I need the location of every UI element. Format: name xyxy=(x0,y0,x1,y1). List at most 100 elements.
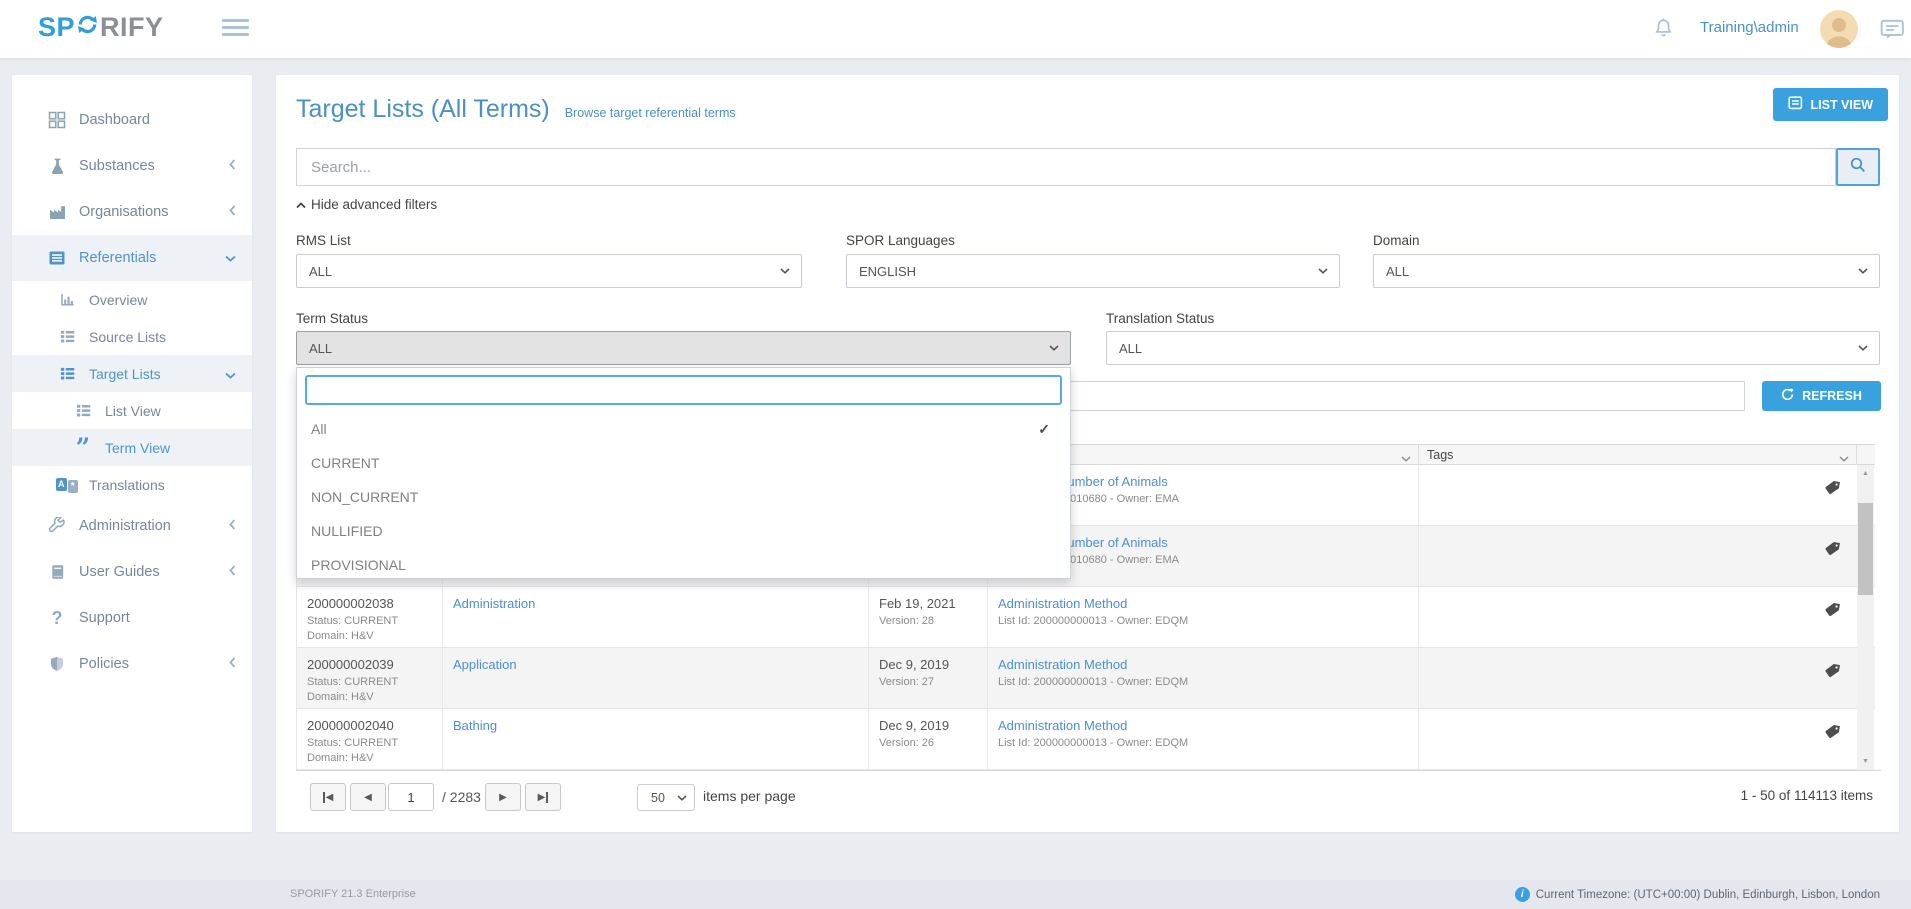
spor-languages-select[interactable]: ENGLISH xyxy=(846,254,1340,288)
sidebar-item-target-lists[interactable]: Target Lists xyxy=(12,355,252,392)
sidebar-item-label: Dashboard xyxy=(79,112,150,128)
last-page-button[interactable]: ▶ xyxy=(525,783,561,811)
tag-icon[interactable] xyxy=(1825,540,1841,561)
first-page-button[interactable]: ◀ xyxy=(310,783,346,811)
timezone-label: Current Timezone: (UTC+00:00) Dublin, Ed… xyxy=(1536,889,1880,901)
option-label: NON_CURRENT xyxy=(311,489,418,505)
hide-advanced-filters-toggle[interactable]: Hide advanced filters xyxy=(296,197,437,212)
sidebar-item-source-lists[interactable]: Source Lists xyxy=(12,318,252,355)
dropdown-option-nullified[interactable]: NULLIFIED xyxy=(297,514,1070,548)
factory-icon xyxy=(46,203,68,221)
user-menu[interactable]: Training\admin xyxy=(1700,19,1799,36)
sidebar-item-label: Source Lists xyxy=(89,329,166,345)
term-status-dropdown: All ✓ CURRENT NON_CURRENT NULLIFIED PROV… xyxy=(296,367,1071,579)
option-label: PROVISIONAL xyxy=(311,557,406,573)
notifications-bell-icon[interactable] xyxy=(1652,16,1675,46)
table-row: 200000002040Status: CURRENTDomain: H&V B… xyxy=(297,709,1875,770)
next-page-icon: ▶ xyxy=(499,792,507,803)
term-link[interactable]: Application xyxy=(453,657,517,672)
chevron-down-icon xyxy=(677,795,687,801)
column-menu-chevron-icon[interactable] xyxy=(1839,451,1849,465)
flask-icon xyxy=(46,157,68,175)
bar-chart-icon xyxy=(56,291,78,308)
table-scrollbar[interactable]: ▲ ▼ xyxy=(1857,465,1874,770)
sidebar-item-user-guides[interactable]: User Guides xyxy=(12,549,252,595)
sidebar-item-term-view[interactable]: ” Term View xyxy=(12,429,252,466)
translation-status-select[interactable]: ALL xyxy=(1106,331,1880,365)
page-title-row: Target Lists (All Terms) Browse target r… xyxy=(296,95,736,124)
check-icon: ✓ xyxy=(1038,421,1050,438)
items-per-page-label: items per page xyxy=(703,788,796,804)
avatar[interactable] xyxy=(1820,10,1858,48)
sidebar-item-label: List View xyxy=(105,403,161,419)
dashboard-grid-icon xyxy=(46,111,68,129)
sidebar-item-translations[interactable]: A* Translations xyxy=(12,466,252,503)
chevron-left-icon xyxy=(229,518,236,534)
sidebar-item-referentials[interactable]: Referentials xyxy=(12,235,252,281)
dropdown-option-provisional[interactable]: PROVISIONAL xyxy=(297,548,1070,582)
spor-languages-value: ENGLISH xyxy=(859,264,916,279)
dropdown-option-all[interactable]: All ✓ xyxy=(297,412,1070,446)
column-menu-chevron-icon[interactable] xyxy=(1401,451,1411,465)
term-status-label: Term Status xyxy=(296,311,368,326)
footer-timezone: i Current Timezone: (UTC+00:00) Dublin, … xyxy=(1515,887,1880,902)
feedback-chat-icon[interactable] xyxy=(1880,17,1905,46)
list-view-button[interactable]: LIST VIEW xyxy=(1773,88,1889,121)
search-button[interactable] xyxy=(1836,148,1880,186)
page-size-value: 50 xyxy=(651,791,665,805)
tag-icon[interactable] xyxy=(1825,662,1841,683)
sidebar-item-substances[interactable]: Substances xyxy=(12,143,252,189)
pagination-bar: ◀ ◀ / 2283 ▶ ▶ 50 items per page 1 - 50 … xyxy=(296,770,1881,822)
domain-select[interactable]: ALL xyxy=(1373,254,1880,288)
sidebar-item-label: Referentials xyxy=(79,250,156,266)
total-pages-label: / 2283 xyxy=(442,789,481,805)
hamburger-menu-icon[interactable] xyxy=(222,19,249,40)
previous-page-icon: ◀ xyxy=(364,792,372,803)
chevron-left-icon xyxy=(229,204,236,220)
refresh-button-label: REFRESH xyxy=(1802,389,1862,403)
shield-icon xyxy=(46,655,68,673)
first-page-icon: ◀ xyxy=(326,792,334,803)
scroll-down-icon[interactable]: ▼ xyxy=(1857,753,1874,770)
sidebar-item-policies[interactable]: Policies xyxy=(12,641,252,687)
main-content: Target Lists (All Terms) Browse target r… xyxy=(276,75,1899,832)
dropdown-option-current[interactable]: CURRENT xyxy=(297,446,1070,480)
tag-icon[interactable] xyxy=(1825,479,1841,500)
scrollbar-thumb[interactable] xyxy=(1858,503,1873,595)
app-logo[interactable]: SP RIFY xyxy=(38,11,164,43)
sidebar-item-administration[interactable]: Administration xyxy=(12,503,252,549)
book-icon xyxy=(46,563,68,581)
browse-terms-link[interactable]: Browse target referential terms xyxy=(565,106,736,120)
tag-icon[interactable] xyxy=(1825,601,1841,622)
sidebar-item-support[interactable]: ? Support xyxy=(12,595,252,641)
sidebar-item-dashboard[interactable]: Dashboard xyxy=(12,97,252,143)
refresh-button[interactable]: REFRESH xyxy=(1762,381,1881,411)
rms-list-select[interactable]: ALL xyxy=(296,254,802,288)
term-link[interactable]: Bathing xyxy=(453,718,497,733)
dropdown-option-non-current[interactable]: NON_CURRENT xyxy=(297,480,1070,514)
list-link[interactable]: Administration Method xyxy=(998,718,1127,733)
quote-icon: ” xyxy=(72,443,94,453)
tag-icon[interactable] xyxy=(1825,723,1841,744)
top-bar: SP RIFY Training\admin xyxy=(0,0,1911,58)
sidebar-item-list-view[interactable]: List View xyxy=(12,392,252,429)
sidebar-item-organisations[interactable]: Organisations xyxy=(12,189,252,235)
chevron-down-icon xyxy=(1858,345,1868,351)
list-link[interactable]: Administration Method xyxy=(998,657,1127,672)
page-number-input[interactable] xyxy=(388,783,434,811)
chevron-down-icon xyxy=(780,268,790,274)
sidebar-item-overview[interactable]: Overview xyxy=(12,281,252,318)
term-status-select[interactable]: ALL xyxy=(296,331,1071,365)
translation-status-label: Translation Status xyxy=(1106,311,1214,326)
items-per-page-select[interactable]: 50 xyxy=(637,784,695,811)
search-input[interactable] xyxy=(296,148,1836,186)
referentials-list-icon xyxy=(46,249,68,267)
next-page-button[interactable]: ▶ xyxy=(485,783,521,811)
previous-page-button[interactable]: ◀ xyxy=(350,783,386,811)
term-link[interactable]: Administration xyxy=(453,596,535,611)
scroll-up-icon[interactable]: ▲ xyxy=(1857,465,1874,482)
sidebar-item-label: Policies xyxy=(79,656,129,672)
dropdown-filter-input[interactable] xyxy=(305,375,1062,405)
list-rows-icon xyxy=(56,328,78,345)
list-link[interactable]: Administration Method xyxy=(998,596,1127,611)
